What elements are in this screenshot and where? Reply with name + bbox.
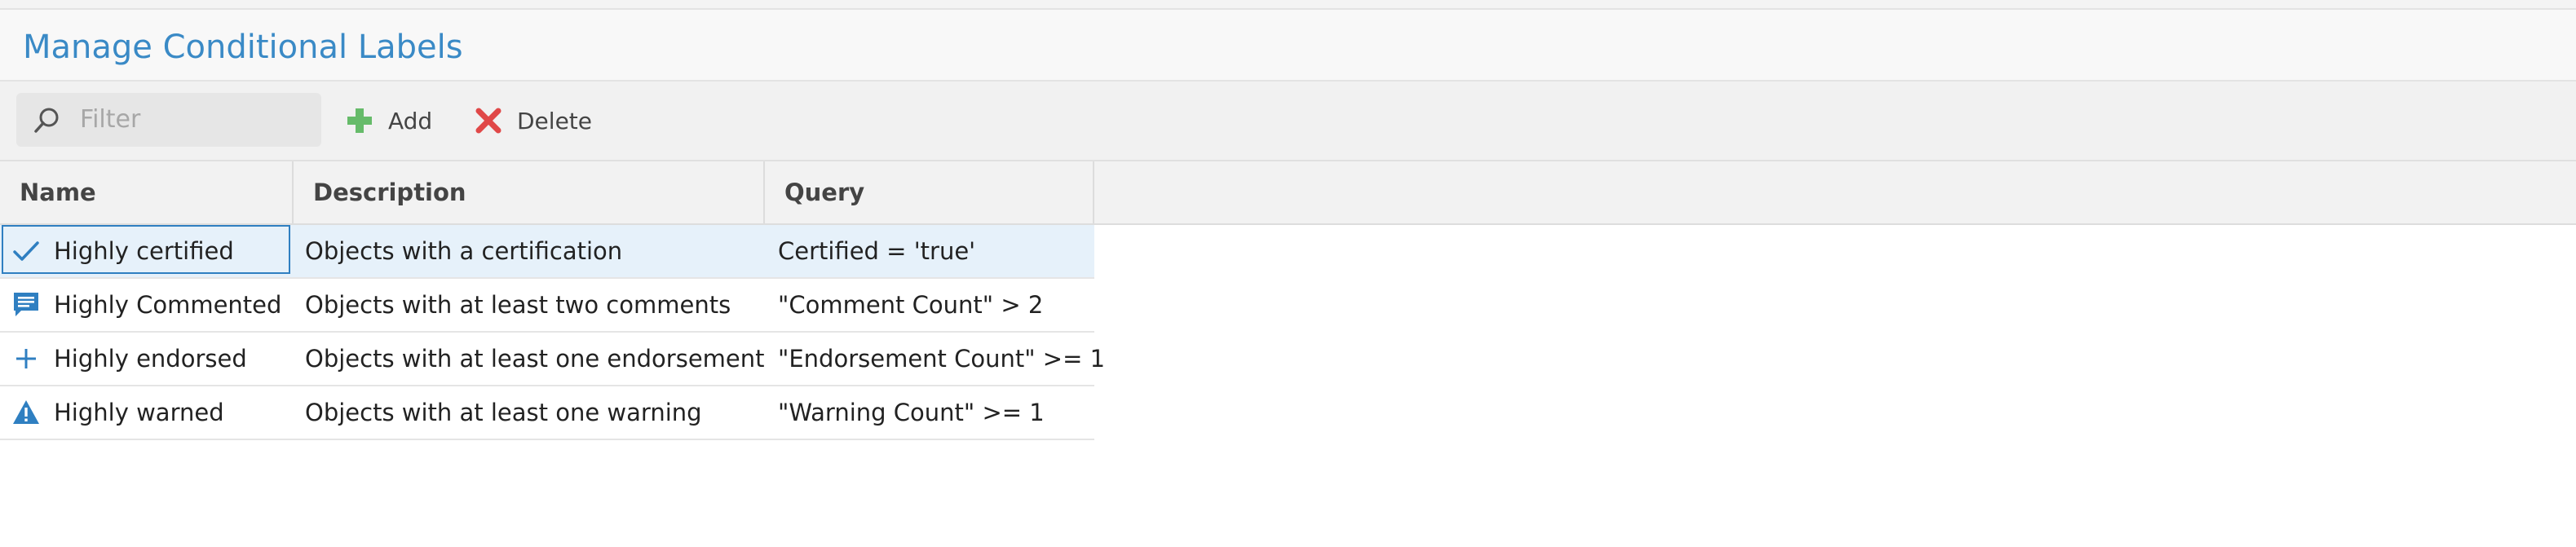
cell-query[interactable]: "Warning Count" >= 1 bbox=[778, 386, 1094, 439]
add-button[interactable]: Add bbox=[346, 96, 432, 145]
table-row[interactable]: Highly Commented Objects with at least t… bbox=[0, 279, 1094, 333]
cell-name[interactable]: Highly Commented bbox=[0, 279, 294, 331]
filter-box[interactable] bbox=[16, 93, 321, 147]
cell-description[interactable]: Objects with at least one warning bbox=[305, 386, 762, 439]
search-icon bbox=[34, 108, 59, 133]
app-window: Manage Conditional Labels Add Delete bbox=[0, 0, 2576, 547]
table-row[interactable]: Highly warned Objects with at least one … bbox=[0, 386, 1094, 440]
plus-icon bbox=[347, 108, 372, 133]
cell-description[interactable]: Objects with a certification bbox=[305, 225, 762, 277]
add-button-label: Add bbox=[388, 107, 433, 135]
cell-query[interactable]: "Comment Count" > 2 bbox=[778, 279, 1094, 331]
column-header-description[interactable]: Description bbox=[294, 161, 765, 223]
toolbar: Add Delete bbox=[0, 82, 2576, 161]
cell-query[interactable]: Certified = 'true' bbox=[778, 225, 1094, 277]
column-header-name[interactable]: Name bbox=[0, 161, 294, 223]
top-bar bbox=[0, 0, 2576, 10]
title-bar: Manage Conditional Labels bbox=[0, 10, 2576, 82]
cell-name[interactable]: Highly endorsed bbox=[0, 333, 294, 385]
cell-name[interactable]: Highly certified bbox=[0, 225, 294, 277]
table-row[interactable]: Highly endorsed Objects with at least on… bbox=[0, 333, 1105, 386]
cell-query[interactable]: "Endorsement Count" >= 1 bbox=[778, 333, 1105, 385]
delete-button[interactable]: Delete bbox=[475, 96, 592, 145]
close-icon bbox=[475, 108, 502, 134]
table-row[interactable]: Highly certified Objects with a certific… bbox=[0, 225, 1094, 279]
delete-button-label: Delete bbox=[517, 107, 592, 135]
column-header-query[interactable]: Query bbox=[765, 161, 1094, 223]
page-title: Manage Conditional Labels bbox=[23, 29, 463, 66]
table-header: Name Description Query bbox=[0, 161, 2576, 225]
filter-input[interactable] bbox=[80, 101, 308, 137]
cell-description[interactable]: Objects with at least two comments bbox=[305, 279, 762, 331]
cell-name[interactable]: Highly warned bbox=[0, 386, 294, 439]
cell-description[interactable]: Objects with at least one endorsement bbox=[305, 333, 765, 385]
